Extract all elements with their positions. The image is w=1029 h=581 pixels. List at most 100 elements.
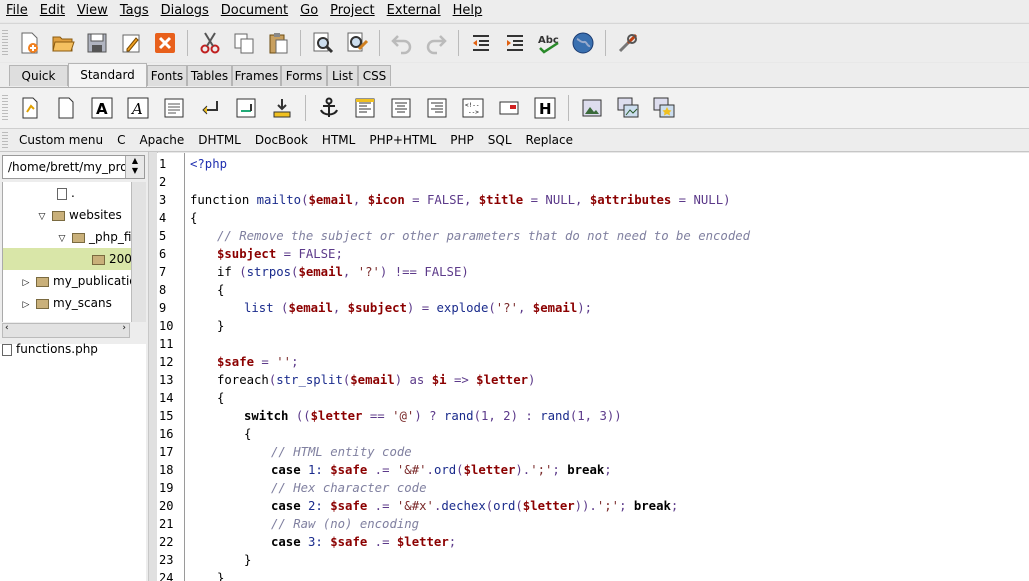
custom-menu-docbook[interactable]: DocBook <box>248 133 315 147</box>
preview-icon[interactable] <box>570 30 596 56</box>
code-line: <?php <box>190 157 228 171</box>
heading-icon[interactable]: H <box>532 95 558 121</box>
menu-help[interactable]: Help <box>447 0 489 22</box>
toolbar-grip[interactable] <box>2 132 8 148</box>
code-line: $subject = FALSE; <box>217 247 343 261</box>
italic-icon[interactable]: A <box>125 95 151 121</box>
menu-external[interactable]: External <box>381 0 447 22</box>
menu-file[interactable]: File <box>0 0 34 22</box>
directory-tree[interactable]: . ▽websites ▽_php_fi 2008 ▷my_publicatio… <box>2 182 131 322</box>
custom-menu-item[interactable]: Custom menu <box>12 133 110 147</box>
toolbar-tabs: Quick bar Standard bar Fonts Tables Fram… <box>0 63 1029 104</box>
line-number: 19 <box>159 481 174 495</box>
thumbnail-icon[interactable] <box>651 95 677 121</box>
toolbar-grip[interactable] <box>2 95 8 121</box>
tree-item-dot[interactable]: . <box>57 182 75 204</box>
tree-item-websites[interactable]: ▽ websites <box>37 204 122 226</box>
indent-icon[interactable] <box>502 30 528 56</box>
tab-frames[interactable]: Frames <box>232 65 281 86</box>
insert-image-icon[interactable] <box>269 95 295 121</box>
align-right-icon[interactable] <box>424 95 450 121</box>
custom-menu-php[interactable]: PHP <box>443 133 481 147</box>
align-center-icon[interactable] <box>388 95 414 121</box>
custom-menu-html[interactable]: HTML <box>315 133 362 147</box>
edit-icon[interactable] <box>118 30 144 56</box>
replace-icon[interactable] <box>344 30 370 56</box>
custom-menu-sql[interactable]: SQL <box>481 133 519 147</box>
menu-dialogs[interactable]: Dialogs <box>155 0 215 22</box>
tab-standard-bar[interactable]: Standard bar <box>68 63 147 104</box>
code-line: // HTML entity code <box>271 445 412 459</box>
undo-icon[interactable] <box>389 30 415 56</box>
find-icon[interactable] <box>310 30 336 56</box>
bold-icon[interactable]: A <box>89 95 115 121</box>
menu-document[interactable]: Document <box>215 0 294 22</box>
custom-menu-php-html[interactable]: PHP+HTML <box>362 133 443 147</box>
copy-icon[interactable] <box>231 30 257 56</box>
code-line: { <box>217 283 225 297</box>
tree-item-2008[interactable]: 2008 <box>3 248 131 270</box>
non-breaking-space-icon[interactable] <box>233 95 259 121</box>
tab-forms[interactable]: Forms <box>281 65 327 86</box>
tree-item-my-publication[interactable]: ▷my_publication <box>21 270 131 292</box>
expander-open-icon[interactable]: ▽ <box>57 228 67 250</box>
toolbar-grip[interactable] <box>2 30 8 56</box>
tree-vertical-scrollbar[interactable] <box>131 182 146 322</box>
unindent-icon[interactable] <box>468 30 494 56</box>
preferences-icon[interactable] <box>615 30 641 56</box>
anchor-icon[interactable] <box>316 95 342 121</box>
new-icon[interactable] <box>16 30 42 56</box>
line-number: 12 <box>159 355 174 369</box>
tree-item-my-scans[interactable]: ▷ my_scans <box>21 292 112 314</box>
custom-menu-dhtml[interactable]: DHTML <box>191 133 248 147</box>
tab-css[interactable]: CSS <box>358 65 391 86</box>
new-document-icon[interactable] <box>53 95 79 121</box>
expander-closed-icon[interactable]: ▷ <box>21 272 31 294</box>
tree-item-php-fi[interactable]: ▽ _php_fi <box>57 226 131 248</box>
paste-icon[interactable] <box>265 30 291 56</box>
email-link-icon[interactable] <box>496 95 522 121</box>
menu-go[interactable]: Go <box>294 0 324 22</box>
line-number: 9 <box>159 301 167 315</box>
expander-open-icon[interactable]: ▽ <box>37 206 47 228</box>
custom-menu-apache[interactable]: Apache <box>132 133 191 147</box>
menu-view[interactable]: View <box>71 0 114 22</box>
paragraph-icon[interactable] <box>161 95 187 121</box>
menu-tags[interactable]: Tags <box>114 0 155 22</box>
file-item-functions-php[interactable]: functions.php <box>2 338 98 360</box>
menu-project[interactable]: Project <box>324 0 380 22</box>
code-editor[interactable]: 1 2 3 4 5 6 7 8 9 10 11 12 13 14 15 16 1… <box>157 153 1029 581</box>
open-icon[interactable] <box>50 30 76 56</box>
redo-icon[interactable] <box>423 30 449 56</box>
tab-fonts[interactable]: Fonts <box>147 65 187 86</box>
code-line: foreach(str_split($email) as $i => $lett… <box>217 373 536 387</box>
code-line: list ($email, $subject) = explode('?', $… <box>244 301 593 315</box>
expander-closed-icon[interactable]: ▷ <box>21 294 31 316</box>
scroll-left-icon[interactable]: ‹ <box>5 323 9 333</box>
quickstart-icon[interactable] <box>17 95 43 121</box>
code-line: case 2: $safe .= '&#x'.dechex(ord($lette… <box>271 499 679 513</box>
break-icon[interactable] <box>197 95 223 121</box>
image-map-icon[interactable] <box>615 95 641 121</box>
tab-quick-bar[interactable]: Quick bar <box>9 65 68 104</box>
file-list[interactable]: functions.php <box>0 342 146 581</box>
save-icon[interactable] <box>84 30 110 56</box>
tab-tables[interactable]: Tables <box>187 65 232 86</box>
tree-horizontal-scrollbar[interactable]: ‹ › <box>2 323 130 338</box>
custom-menu-replace[interactable]: Replace <box>519 133 580 147</box>
line-number: 21 <box>159 517 174 531</box>
menu-edit[interactable]: Edit <box>34 0 71 22</box>
cut-icon[interactable] <box>197 30 223 56</box>
spellcheck-icon[interactable]: Abc <box>536 30 562 56</box>
code-line: } <box>217 319 225 333</box>
close-icon[interactable] <box>152 30 178 56</box>
image-icon[interactable] <box>579 95 605 121</box>
chevron-updown-icon[interactable]: ▲ ▼ <box>125 156 144 178</box>
align-left-icon[interactable] <box>352 95 378 121</box>
comment-icon[interactable]: <!-- --> <box>460 95 486 121</box>
custom-menu-c[interactable]: C <box>110 133 132 147</box>
code-line: { <box>244 427 252 441</box>
scroll-right-icon[interactable]: › <box>122 323 126 333</box>
path-selector[interactable]: /home/brett/my_prog ▲ ▼ <box>2 155 145 179</box>
tab-list[interactable]: List <box>327 65 358 86</box>
